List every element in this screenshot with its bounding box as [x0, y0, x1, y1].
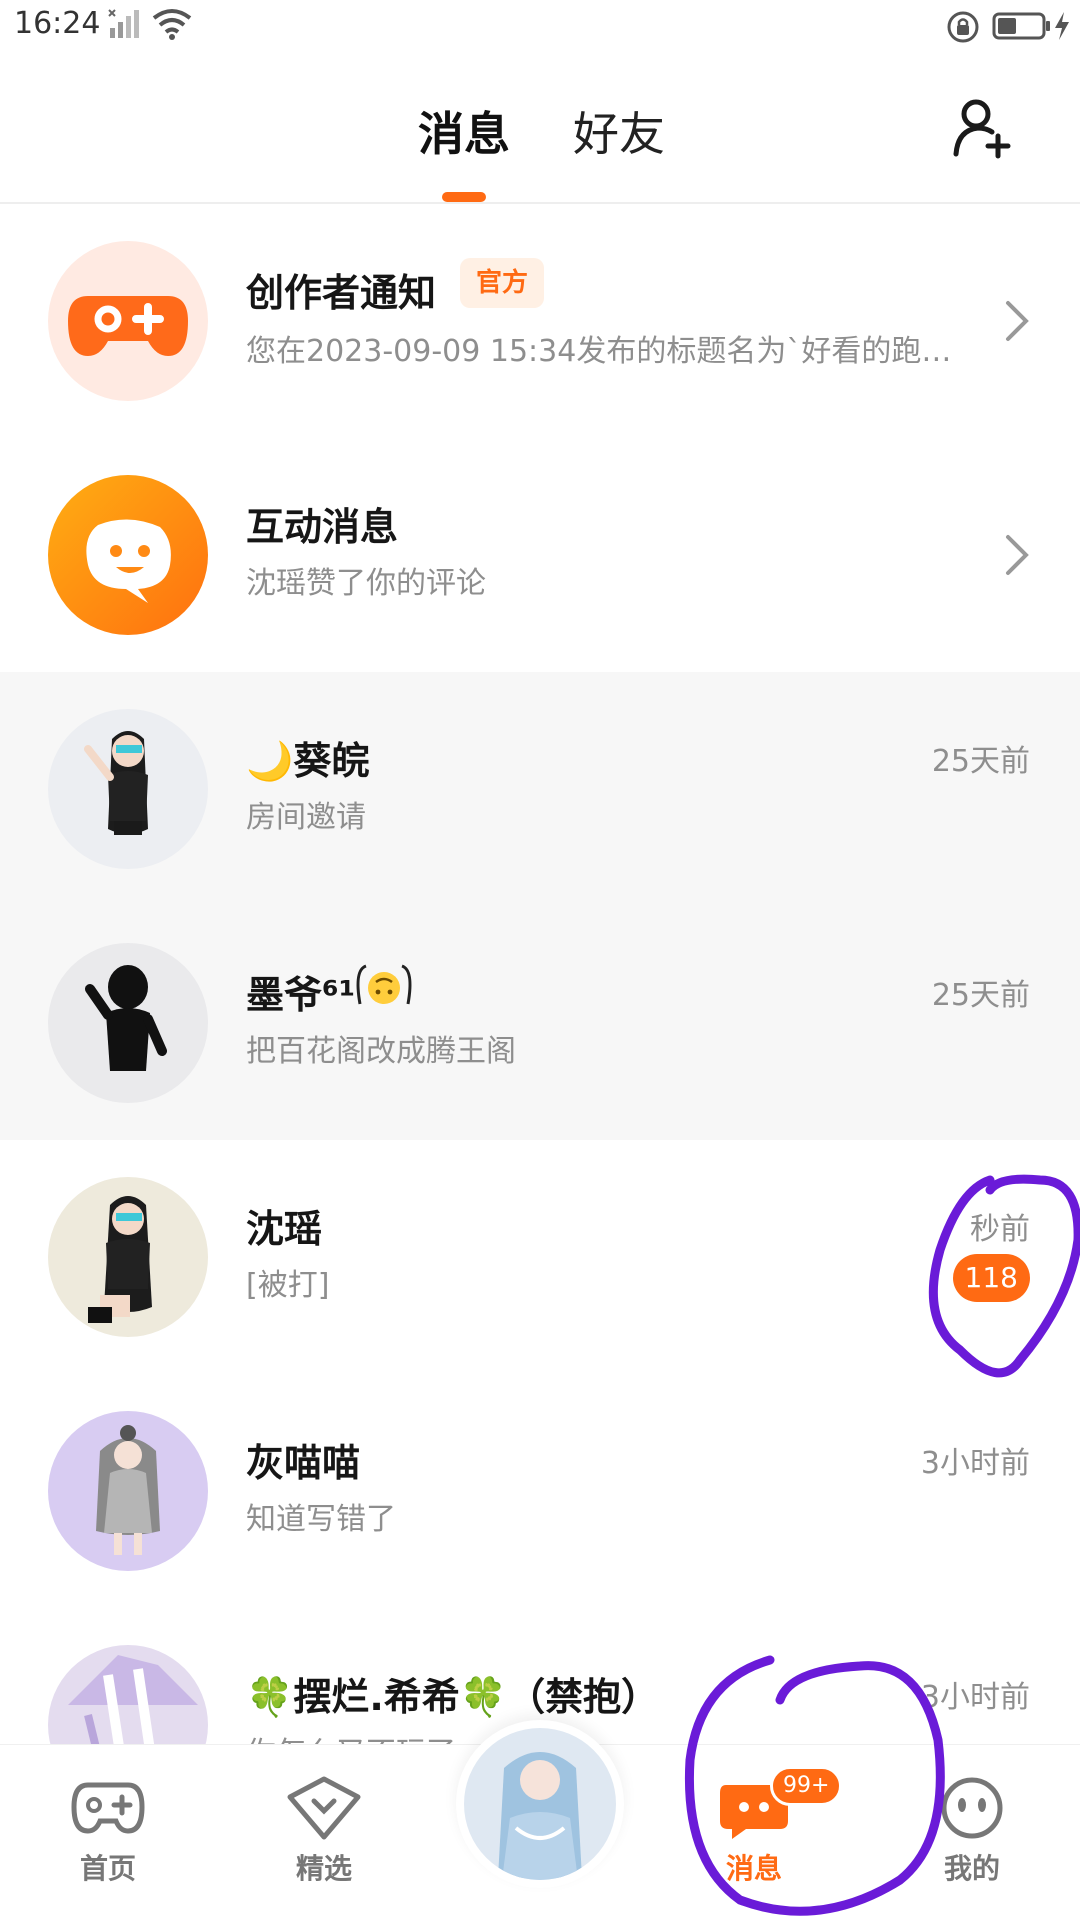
conversation-row[interactable]: 墨爷⁶¹ 把百花阁改成腾王阁 25天前: [0, 906, 1080, 1140]
avatar: [48, 943, 208, 1103]
unread-count-badge: 118: [952, 1254, 1030, 1302]
conversation-time: 3小时前: [920, 1680, 1030, 1715]
conversation-preview: 您在2023-09-09 15:34发布的标题名为`好看的跑酷地图`的作品…: [246, 334, 966, 369]
character-avatar-image: [84, 731, 148, 835]
conversation-preview: 知道写错了: [246, 1502, 396, 1537]
conversation-row[interactable]: 沈瑶 [被打] 秒前 118: [0, 1140, 1080, 1374]
conversation-time: 3小时前: [920, 1446, 1030, 1481]
conversation-interactions[interactable]: 互动消息 沈瑶赞了你的评论: [0, 438, 1080, 672]
gamepad-icon: [71, 1782, 145, 1834]
chat-bubble-icon: [86, 519, 171, 603]
tab-friends[interactable]: 好友: [573, 98, 665, 164]
avatar: [464, 1728, 616, 1880]
status-time: 16:24: [14, 6, 101, 41]
conversation-row[interactable]: 🌙葵皖 房间邀请 25天前: [0, 672, 1080, 906]
conversation-row[interactable]: 灰喵喵 知道写错了 3小时前: [0, 1374, 1080, 1608]
gamepad-icon: [68, 296, 188, 356]
header: 消息 好友: [0, 56, 1080, 204]
conversation-name: 灰喵喵: [246, 1441, 361, 1485]
upside-down-face-icon: [356, 964, 412, 1005]
conversation-time: 25天前: [931, 744, 1030, 779]
conversation-name: 沈瑶: [246, 1207, 323, 1251]
nav-center-avatar-button[interactable]: [456, 1720, 624, 1888]
character-avatar-image: [96, 1425, 160, 1555]
heart-shield-icon: [287, 1776, 361, 1840]
nav-messages-label: 消息: [725, 1852, 782, 1885]
nav-featured[interactable]: 精选: [264, 1775, 384, 1887]
battery-icon: [992, 12, 1050, 40]
rotation-lock-icon: [947, 11, 979, 43]
avatar: [48, 709, 208, 869]
avatar: [48, 1411, 208, 1571]
avatar: [48, 1177, 208, 1337]
conversation-name: 创作者通知: [246, 271, 437, 315]
nav-mine-label: 我的: [943, 1852, 1000, 1885]
status-bar: 16:24: [0, 0, 1080, 56]
creator-notice-avatar: [48, 241, 208, 401]
conversation-preview: 沈瑶赞了你的评论: [246, 566, 486, 601]
character-avatar-image: [88, 1196, 152, 1323]
active-tab-indicator: [442, 192, 486, 202]
tab-messages[interactable]: 消息: [418, 98, 510, 164]
interactions-avatar: [48, 475, 208, 635]
conversation-preview: 房间邀请: [246, 800, 366, 835]
chevron-right-icon: [1006, 535, 1029, 575]
wifi-icon: [152, 9, 192, 40]
conversation-name: 🍀摆烂.希希🍀（禁抱）: [246, 1675, 660, 1719]
add-friend-icon[interactable]: [952, 96, 1016, 160]
conversation-creator-notice[interactable]: 创作者通知 官方 您在2023-09-09 15:34发布的标题名为`好看的跑酷…: [0, 204, 1080, 438]
character-avatar-image: [498, 1752, 582, 1880]
conversation-time: 秒前: [970, 1212, 1030, 1247]
signal-icon: [108, 9, 139, 38]
conversation-time: 25天前: [931, 978, 1030, 1013]
conversation-name: 🌙葵皖: [246, 739, 370, 783]
charging-icon: [1055, 12, 1069, 40]
official-badge: 官方: [460, 258, 545, 308]
chevron-right-icon: [1006, 301, 1029, 341]
nav-home[interactable]: 首页: [48, 1775, 168, 1887]
nav-featured-label: 精选: [295, 1852, 352, 1885]
face-icon: [941, 1777, 1003, 1839]
conversation-name: 墨爷⁶¹: [246, 973, 356, 1017]
silhouette-avatar-image: [85, 965, 167, 1071]
conversation-preview: 把百花阁改成腾王阁: [246, 1034, 516, 1069]
nav-home-label: 首页: [79, 1852, 136, 1885]
conversation-preview: [被打]: [246, 1268, 330, 1303]
conversation-name: 互动消息: [246, 505, 399, 549]
nav-mine[interactable]: 我的: [912, 1775, 1032, 1887]
messages-badge: 99+: [770, 1766, 843, 1806]
